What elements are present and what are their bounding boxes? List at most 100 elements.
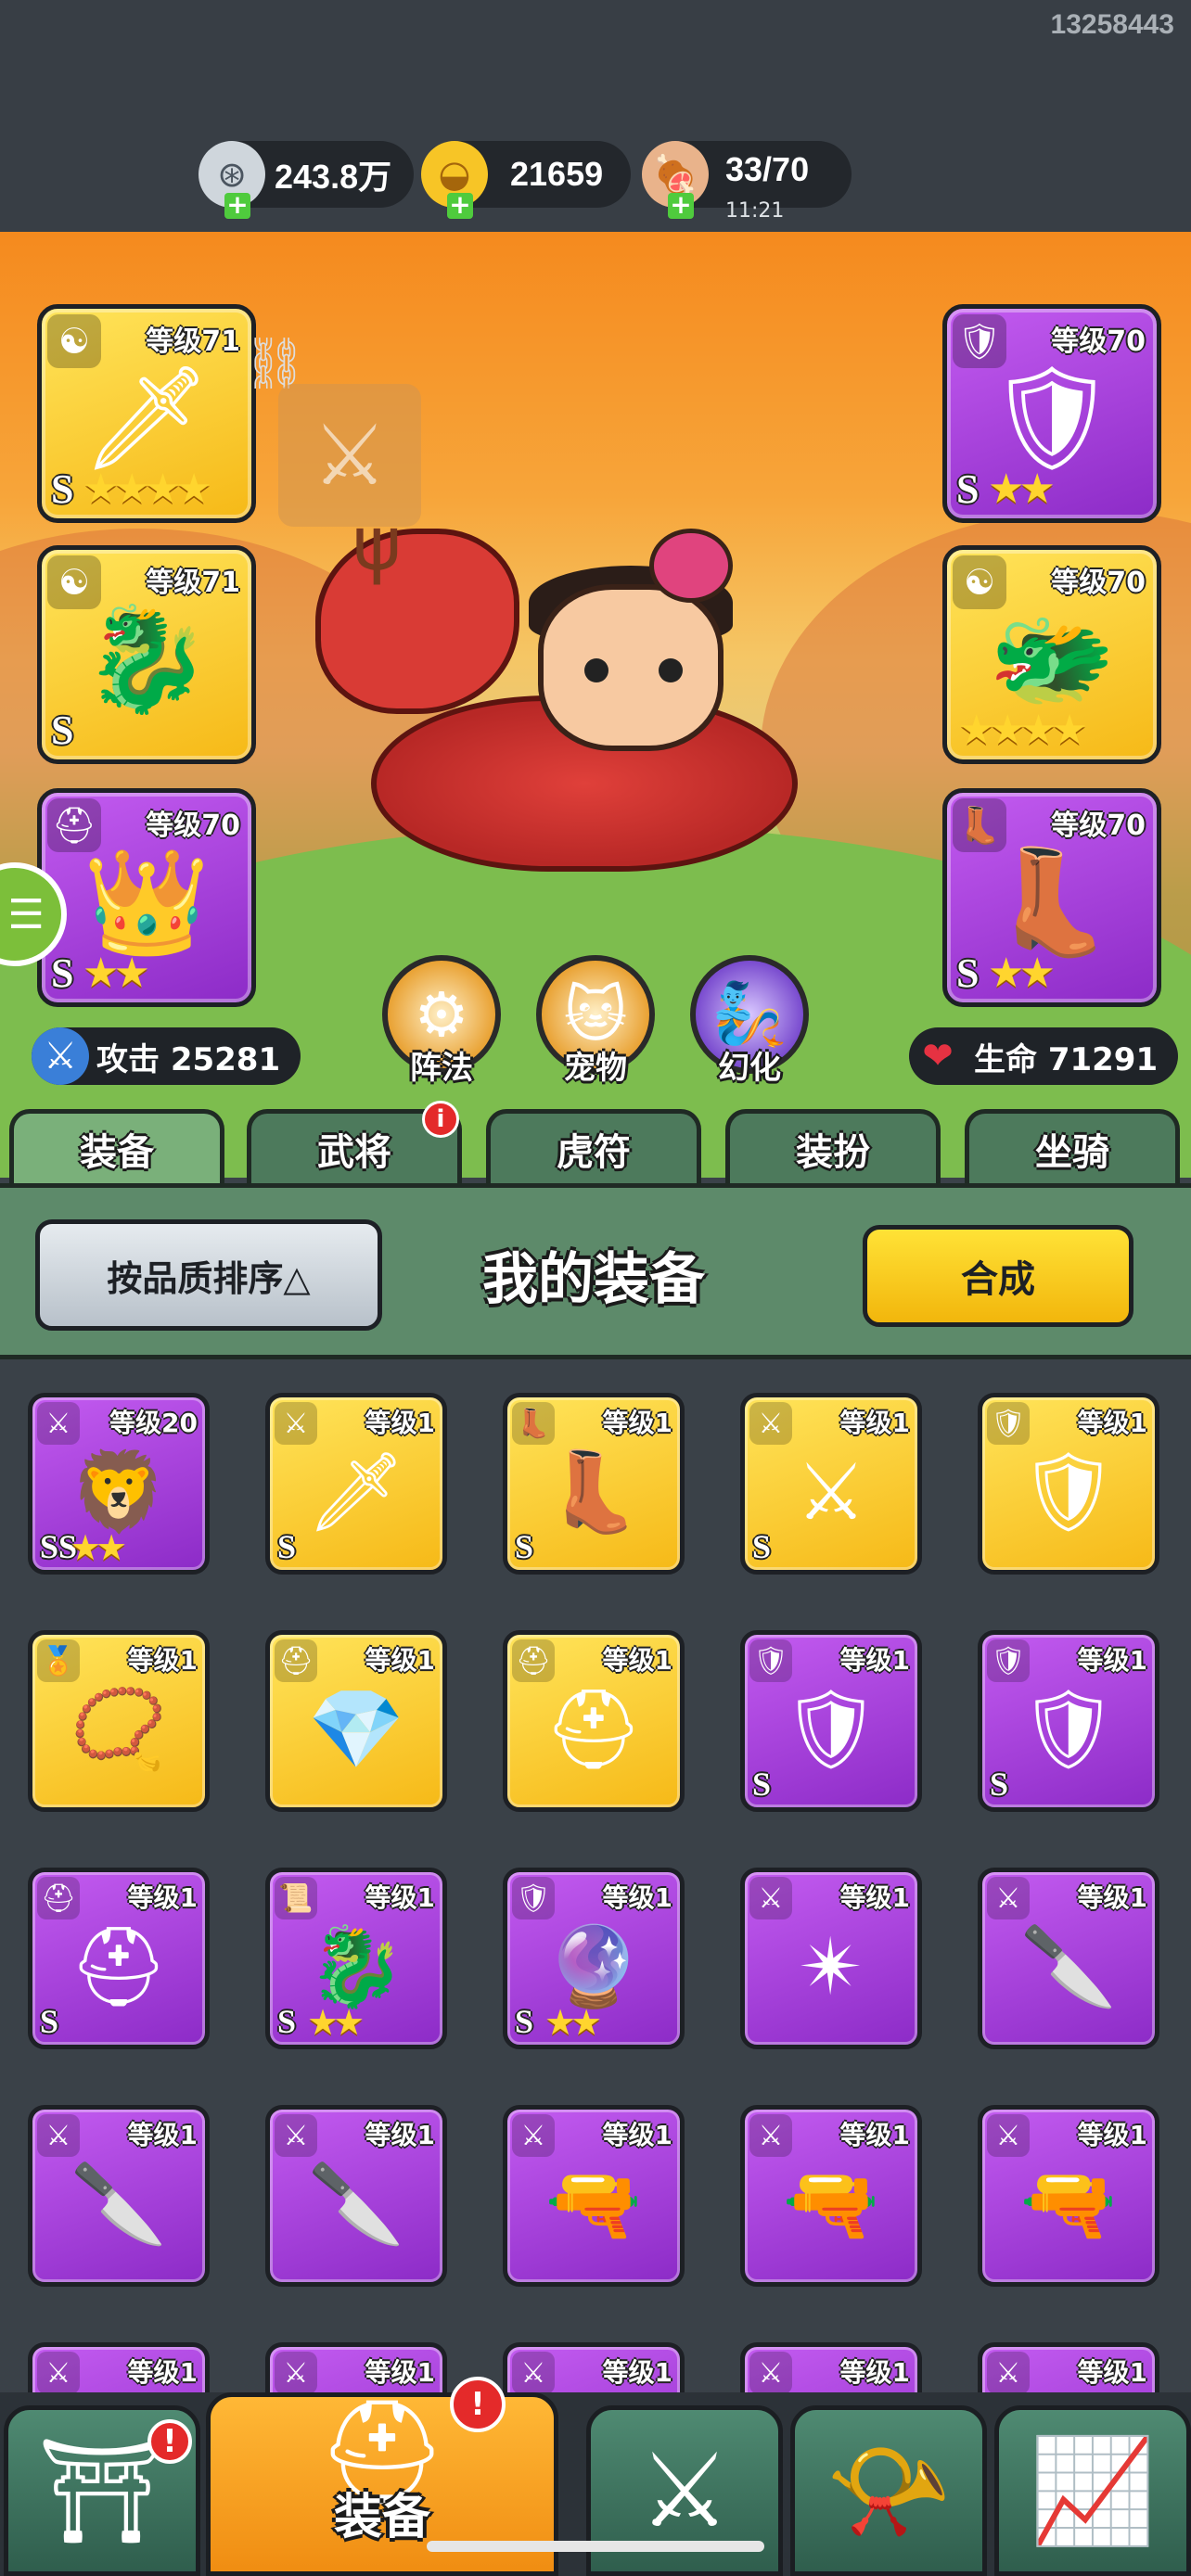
- inventory-item[interactable]: ⚔ 等级1: [265, 2342, 447, 2398]
- add-stamina-icon[interactable]: +: [668, 192, 694, 219]
- pet-button[interactable]: 🐱 宠物: [536, 955, 655, 1088]
- home-indicator: [427, 2541, 764, 2552]
- item-art: 🔪: [70, 2158, 168, 2250]
- add-gold-icon[interactable]: +: [447, 192, 473, 219]
- add-silver-icon[interactable]: +: [224, 192, 250, 219]
- category-tabs: 装备 武将 i 虎符 装扮 坐骑: [0, 1101, 1191, 1183]
- inventory-item[interactable]: 🛡 等级1 🔮 S ★★: [503, 1868, 685, 2049]
- inventory-item[interactable]: 🛡 等级1 🛡 S: [740, 1630, 922, 1812]
- inventory-item[interactable]: ⚔ 等级1: [740, 2342, 922, 2398]
- hero-hair-bun: [649, 529, 733, 603]
- equipment-panel-header: 按品质排序△ 我的装备 合成: [0, 1183, 1191, 1359]
- equipped-accessory-slot[interactable]: ☯ 等级71 🐉 S: [37, 545, 256, 764]
- item-level: 等级1: [1077, 1645, 1147, 1676]
- item-art: ⛑: [544, 1683, 644, 1775]
- inventory-item[interactable]: 📜 等级1 🐉 S ★★: [265, 1868, 447, 2049]
- inventory-item[interactable]: ⛑ 等级1 ⛑ S: [28, 1868, 210, 2049]
- item-stars: ★★: [307, 2002, 365, 2043]
- inventory-item[interactable]: ⛑ 等级1 💎: [265, 1630, 447, 1812]
- slot-stars: ★★★★: [958, 707, 1088, 754]
- equipped-armor-slot[interactable]: 🛡 等级70 🛡 S ★★: [942, 304, 1161, 523]
- helmet-icon: ⛑: [37, 1877, 80, 1919]
- inventory-item[interactable]: ⚔ 等级1 🔫: [740, 2105, 922, 2287]
- inventory-item[interactable]: 👢 等级1 👢 S: [503, 1393, 685, 1575]
- inventory-item[interactable]: ⚔ 等级1 🗡 S: [265, 1393, 447, 1575]
- item-art: 🔮: [544, 1920, 643, 2012]
- sword-icon: ⚔: [512, 2114, 555, 2157]
- sword-icon: ⚔: [512, 2352, 555, 2394]
- heroes-horn-icon: 📯: [825, 2430, 953, 2550]
- slot-stars: ★★: [988, 950, 1056, 997]
- silver-resource[interactable]: ⊛ + 243.8万: [198, 141, 414, 219]
- sword-icon: ⚔: [37, 2114, 80, 2157]
- item-level: 等级1: [602, 2120, 672, 2150]
- inventory-item[interactable]: ⚔ 等级20 🦁 SS ★★: [28, 1393, 210, 1575]
- inventory-item[interactable]: ⚔ 等级1: [28, 2342, 210, 2398]
- inventory-item[interactable]: 🛡 等级1 🛡: [978, 1393, 1159, 1575]
- inventory-item[interactable]: ⚔ 等级1 🔫: [978, 2105, 1159, 2287]
- slot-grade: S: [51, 950, 74, 996]
- equipped-helmet-slot[interactable]: ⛑ 等级70 👑 S ★★: [37, 788, 256, 1007]
- gold-resource[interactable]: ◒ + 21659: [421, 141, 631, 219]
- inventory-item[interactable]: ⚔ 等级1 ⚔ S: [740, 1393, 922, 1575]
- inventory-item[interactable]: 🏅 等级1 📿: [28, 1630, 210, 1812]
- gold-ingot-icon: ◒ +: [421, 141, 488, 219]
- tab-mount[interactable]: 坐骑: [965, 1109, 1180, 1183]
- nav-upgrade[interactable]: 📈: [994, 2405, 1191, 2576]
- item-grade: S: [40, 2003, 59, 2040]
- sword-icon: ⚔: [275, 2352, 317, 2394]
- item-art: 🔫: [782, 2158, 880, 2250]
- transform-button[interactable]: 🧞 幻化: [690, 955, 809, 1088]
- panel-title: 我的装备: [482, 1247, 705, 1312]
- slot-level: 等级70: [1051, 325, 1146, 358]
- item-level: 等级1: [602, 2357, 672, 2388]
- menu-lines-icon: ☰: [7, 890, 45, 938]
- tab-costume[interactable]: 装扮: [725, 1109, 941, 1183]
- item-art: 🦁: [70, 1446, 168, 1537]
- boot-icon: 👢: [512, 1402, 555, 1445]
- inventory-item[interactable]: ⚔ 等级1 🔪: [265, 2105, 447, 2287]
- inventory-item[interactable]: ⚔ 等级1 🔪: [28, 2105, 210, 2287]
- inventory-item[interactable]: ⚔ 等级1 ✴: [740, 1868, 922, 2049]
- item-grade: S: [277, 1528, 297, 1565]
- item-level: 等级1: [365, 2357, 435, 2388]
- top-bar: 13258443 ⊛ + 243.8万 ◒ + 21659 🍖 + 33/70 …: [0, 0, 1191, 232]
- tab-tiger-tally[interactable]: 虎符: [486, 1109, 701, 1183]
- inventory-item[interactable]: ⚔ 等级1 🔫: [503, 2105, 685, 2287]
- helmet-icon: ⛑: [512, 1639, 555, 1682]
- sword-icon: ⚔: [275, 1402, 317, 1445]
- item-art: 🛡: [1018, 1683, 1119, 1775]
- user-id: 13258443: [1050, 9, 1174, 40]
- helmet-icon: ⛑: [275, 1639, 317, 1682]
- item-level: 等级1: [127, 1645, 198, 1676]
- inventory-item[interactable]: 🛡 等级1 🛡 S: [978, 1630, 1159, 1812]
- tab-generals[interactable]: 武将 i: [247, 1101, 462, 1183]
- alert-icon: !: [450, 2377, 506, 2432]
- item-level: 等级1: [127, 2357, 198, 2388]
- hero-character[interactable]: ψ: [315, 501, 872, 937]
- item-art: 🛡: [781, 1683, 881, 1775]
- sword-icon: ⚔: [749, 2352, 792, 2394]
- formation-button[interactable]: ⚙ 阵法: [382, 955, 501, 1088]
- tab-label: 武将: [317, 1130, 391, 1174]
- equipped-boots-slot[interactable]: 👢 等级70 👢 S ★★: [942, 788, 1161, 1007]
- item-level: 等级1: [1077, 2357, 1147, 2388]
- merge-button[interactable]: 合成: [863, 1225, 1133, 1327]
- sort-by-quality-button[interactable]: 按品质排序△: [35, 1219, 382, 1331]
- equipped-weapon-slot[interactable]: ☯ 等级71 🗡 S ★★★★: [37, 304, 256, 523]
- inventory-item[interactable]: ⚔ 等级1: [978, 2342, 1159, 2398]
- equipped-accessory-right-slot[interactable]: ☯ 等级70 🐲 ★★★★: [942, 545, 1161, 764]
- nav-heroes[interactable]: 📯: [790, 2405, 987, 2576]
- item-level: 等级1: [127, 1882, 198, 1913]
- sword-icon: ⚔: [987, 2114, 1030, 2157]
- item-level: 等级1: [365, 1408, 435, 1438]
- nav-shop[interactable]: ⛩ !: [4, 2405, 200, 2576]
- inventory-item[interactable]: ⛑ 等级1 ⛑: [503, 1630, 685, 1812]
- inventory-item[interactable]: ⚔ 等级1: [503, 2342, 685, 2398]
- item-level: 等级1: [1077, 1408, 1147, 1438]
- item-stars: ★★: [544, 2002, 602, 2043]
- inventory-grid: ⚔ 等级20 🦁 SS ★★ ⚔ 等级1 🗡 S 👢 等级1 👢 S ⚔ 等级1 ⚔ S 🛡 等级1 🛡 🏅 等级1 📿 ⛑ 等…: [0, 1359, 1191, 2398]
- tab-equipment[interactable]: 装备: [9, 1109, 224, 1183]
- inventory-item[interactable]: ⚔ 等级1 🔪: [978, 1868, 1159, 2049]
- stamina-resource[interactable]: 🍖 + 33/70 11:21: [642, 141, 852, 223]
